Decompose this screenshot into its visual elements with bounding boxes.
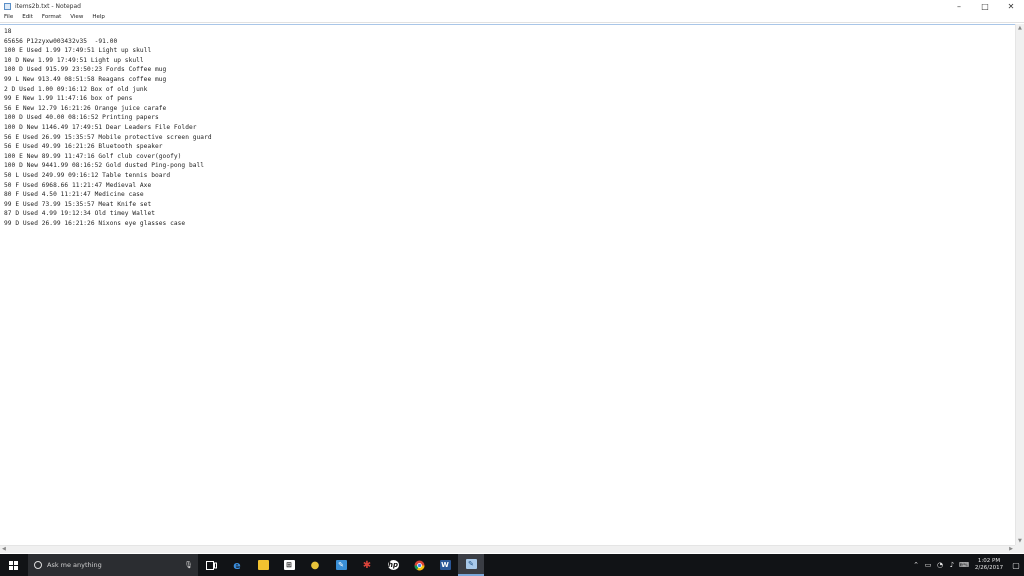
menu-bar: File Edit Format View Help: [0, 12, 1024, 23]
text-line: 56 E Used 26.99 15:35:57 Mobile protecti…: [4, 133, 212, 141]
text-line: 100 D New 1146.49 17:49:51 Dear Leaders …: [4, 123, 197, 131]
text-line: 100 D Used 40.00 08:16:52 Printing paper…: [4, 114, 159, 122]
hp-icon: hp: [387, 560, 399, 570]
paint-icon: ✱: [362, 559, 372, 571]
text-line: 10 D New 1.99 17:49:51 Light up skull: [4, 56, 144, 64]
notepad-taskbar-button[interactable]: ✎: [458, 554, 484, 576]
scrollbar-corner: [1015, 545, 1024, 553]
cortana-search-box[interactable]: Ask me anything 🎙: [28, 554, 198, 576]
text-line: 2 D Used 1.00 09:16:12 Box of old junk: [4, 85, 148, 93]
minimize-button[interactable]: –: [946, 0, 972, 12]
pen-icon: ✎: [335, 560, 347, 570]
text-line: 99 E Used 73.99 15:35:57 Meat Knife set: [4, 200, 152, 208]
text-line: 100 E Used 1.99 17:49:51 Light up skull: [4, 47, 152, 55]
cortana-icon: [34, 561, 42, 569]
clock[interactable]: 1:02 PM 2/26/2017: [970, 558, 1008, 572]
close-button[interactable]: ✕: [998, 0, 1024, 12]
menu-format[interactable]: Format: [42, 14, 61, 20]
horizontal-scrollbar[interactable]: ◀ ▶: [0, 545, 1015, 553]
scroll-down-icon[interactable]: ▼: [1018, 538, 1022, 544]
app-taskbar-button-2[interactable]: ✎: [328, 554, 354, 576]
text-line: 18: [4, 28, 12, 35]
hp-taskbar-button[interactable]: hp: [380, 554, 406, 576]
search-placeholder: Ask me anything: [47, 561, 102, 569]
text-line: 99 L New 913.49 08:51:58 Reagans coffee …: [4, 75, 167, 83]
chrome-icon: [414, 560, 424, 570]
bulb-icon: ●: [310, 559, 320, 571]
word-icon: W: [439, 560, 451, 570]
text-line: 99 D Used 26.99 16:21:26 Nixons eye glas…: [4, 219, 186, 227]
microphone-icon[interactable]: 🎙: [184, 561, 193, 569]
text-line: 56 E New 12.79 16:21:26 Orange juice car…: [4, 104, 167, 112]
battery-icon[interactable]: ▭: [922, 561, 934, 569]
app-taskbar-button-3[interactable]: ✱: [354, 554, 380, 576]
store-taskbar-button[interactable]: ⊞: [276, 554, 302, 576]
scroll-right-icon[interactable]: ▶: [1009, 546, 1013, 552]
menu-view[interactable]: View: [70, 14, 83, 20]
menu-help[interactable]: Help: [92, 14, 105, 20]
edge-icon: e: [233, 558, 241, 572]
text-line: 56 E Used 49.99 16:21:26 Bluetooth speak…: [4, 143, 163, 151]
taskbar: Ask me anything 🎙 e ⊞ ● ✎ ✱ hp W ✎ ⌃ ▭ ◔…: [0, 554, 1024, 576]
task-view-button[interactable]: [198, 554, 224, 576]
app-taskbar-button-1[interactable]: ●: [302, 554, 328, 576]
window-title: items2b.txt - Notepad: [15, 2, 81, 10]
wifi-icon[interactable]: ◔: [934, 561, 946, 569]
volume-icon[interactable]: ♪: [946, 561, 958, 569]
system-tray: ⌃ ▭ ◔ ♪ ⌨ 1:02 PM 2/26/2017 ▢: [910, 554, 1024, 576]
scroll-up-icon[interactable]: ▲: [1018, 25, 1022, 31]
window-controls: – □ ✕: [946, 0, 1024, 12]
text-line: 50 L Used 249.99 09:16:12 Table tennis b…: [4, 171, 171, 179]
word-taskbar-button[interactable]: W: [432, 554, 458, 576]
text-line: 100 D New 9441.99 08:16:52 Gold dusted P…: [4, 162, 205, 170]
windows-logo-icon: [8, 560, 18, 570]
text-line: 80 F Used 4.50 11:21:47 Medicine case: [4, 191, 144, 199]
store-icon: ⊞: [283, 560, 295, 570]
text-line: 99 E New 1.99 11:47:16 box of pens: [4, 95, 133, 103]
file-explorer-taskbar-button[interactable]: [250, 554, 276, 576]
vertical-scrollbar[interactable]: ▲ ▼: [1015, 24, 1024, 545]
notepad-icon: [4, 2, 11, 10]
action-center-icon[interactable]: ▢: [1008, 554, 1024, 576]
notepad-taskbar-icon: ✎: [465, 559, 477, 569]
text-line: 100 D Used 915.99 23:50:23 Fords Coffee …: [4, 66, 167, 74]
menu-edit[interactable]: Edit: [22, 14, 33, 20]
start-button[interactable]: [0, 554, 26, 576]
clock-time: 1:02 PM: [977, 558, 1001, 564]
show-hidden-icons-icon[interactable]: ⌃: [910, 561, 922, 569]
task-view-icon: [205, 560, 217, 570]
text-line: 100 E New 89.99 11:47:16 Golf club cover…: [4, 152, 182, 160]
title-bar[interactable]: items2b.txt - Notepad – □ ✕: [0, 0, 1024, 12]
edge-taskbar-button[interactable]: e: [224, 554, 250, 576]
clock-date: 2/26/2017: [974, 565, 1004, 571]
text-line: 87 D Used 4.99 19:12:34 Old timey Wallet: [4, 210, 156, 218]
scroll-left-icon[interactable]: ◀: [2, 546, 6, 552]
text-line: 65656 P12zyxw003432v35 -91.00: [4, 37, 118, 45]
folder-icon: [257, 560, 269, 570]
text-line: 50 F Used 6968.66 11:21:47 Medieval Axe: [4, 181, 152, 189]
menu-file[interactable]: File: [4, 14, 13, 20]
chrome-taskbar-button[interactable]: [406, 554, 432, 576]
maximize-button[interactable]: □: [972, 0, 998, 12]
keyboard-icon[interactable]: ⌨: [958, 561, 970, 569]
text-editor[interactable]: 18 65656 P12zyxw003432v35 -91.00 100 E Use…: [0, 24, 1015, 544]
